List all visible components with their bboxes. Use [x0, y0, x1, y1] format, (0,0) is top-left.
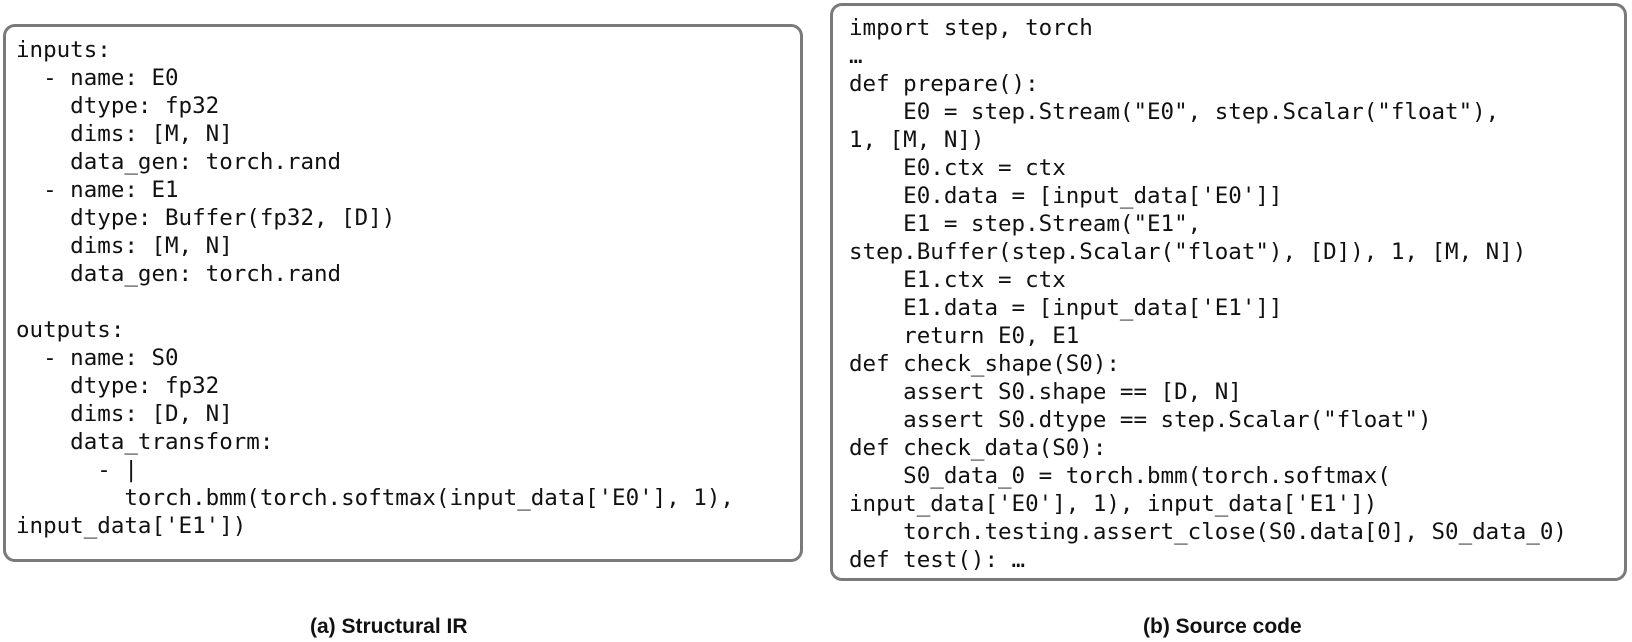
source-code-panel: import step, torch … def prepare(): E0 =…: [830, 3, 1627, 581]
source-code-caption: (b) Source code: [1143, 615, 1302, 638]
structural-ir-panel: inputs: - name: E0 dtype: fp32 dims: [M,…: [3, 24, 803, 562]
source-code-block: import step, torch … def prepare(): E0 =…: [849, 15, 1567, 573]
structural-ir-code: inputs: - name: E0 dtype: fp32 dims: [M,…: [16, 37, 734, 539]
structural-ir-caption: (a) Structural IR: [310, 615, 468, 638]
